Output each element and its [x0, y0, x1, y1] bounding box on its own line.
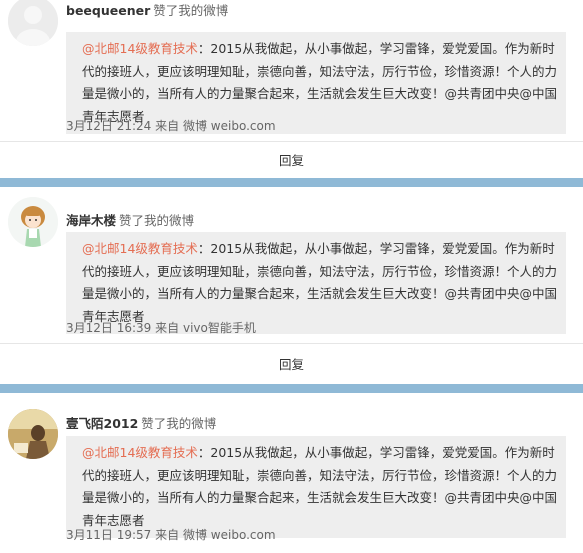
- source-prefix: 来自: [155, 119, 180, 133]
- username-link[interactable]: 壹飞陌2012: [66, 416, 138, 431]
- reply-button[interactable]: 回复: [279, 142, 304, 179]
- avatar[interactable]: [8, 0, 58, 46]
- reply-bar: 回复: [0, 141, 583, 179]
- source-link[interactable]: vivo智能手机: [183, 321, 256, 335]
- card-separator: [0, 178, 583, 187]
- default-avatar-icon: [8, 0, 58, 46]
- source-prefix: 来自: [155, 321, 180, 335]
- post-time[interactable]: 3月12日 16:39: [66, 321, 151, 335]
- card-header: 海岸木楼 赞了我的微博: [66, 213, 194, 229]
- photo-avatar-icon: [8, 409, 58, 459]
- mention-link[interactable]: @北邮14级教育技术: [82, 241, 198, 256]
- post-time[interactable]: 3月11日 19:57: [66, 528, 151, 542]
- card-header: beequeener 赞了我的微博: [66, 3, 228, 19]
- post-meta: 3月12日 16:39 来自 vivo智能手机: [66, 319, 256, 336]
- username-link[interactable]: beequeener: [66, 3, 150, 18]
- source-prefix: 来自: [155, 528, 180, 542]
- notification-card: 海岸木楼 赞了我的微博 @北邮14级教育技术：2015从我做起，从小事做起，学习雷…: [0, 187, 583, 384]
- notification-card: 壹飞陌2012 赞了我的微博 @北邮14级教育技术：2015从我做起，从小事做起，…: [0, 393, 583, 553]
- mention-link[interactable]: @北邮14级教育技术: [82, 445, 198, 460]
- mention-link[interactable]: @北邮14级教育技术: [82, 41, 198, 56]
- username-link[interactable]: 海岸木楼: [66, 213, 116, 228]
- action-text: 赞了我的微博: [153, 3, 229, 18]
- post-time[interactable]: 3月12日 21:24: [66, 119, 151, 133]
- card-separator: [0, 384, 583, 393]
- avatar[interactable]: [8, 409, 58, 459]
- action-text: 赞了我的微博: [141, 416, 217, 431]
- post-meta: 3月12日 21:24 来自 微博 weibo.com: [66, 117, 276, 134]
- notification-card: beequeener 赞了我的微博 @北邮14级教育技术：2015从我做起，从小事…: [0, 0, 583, 178]
- reply-button[interactable]: 回复: [279, 344, 304, 385]
- post-meta: 3月11日 19:57 来自 微博 weibo.com: [66, 526, 276, 543]
- reply-bar: 回复: [0, 343, 583, 385]
- avatar[interactable]: [8, 197, 58, 247]
- quoted-weibo: @北邮14级教育技术：2015从我做起，从小事做起，学习雷锋，爱党爱国。作为新时…: [66, 436, 566, 538]
- source-link[interactable]: 微博 weibo.com: [183, 528, 276, 542]
- source-link[interactable]: 微博 weibo.com: [183, 119, 276, 133]
- cartoon-girl-avatar-icon: [8, 197, 58, 247]
- action-text: 赞了我的微博: [119, 213, 195, 228]
- card-header: 壹飞陌2012 赞了我的微博: [66, 416, 216, 432]
